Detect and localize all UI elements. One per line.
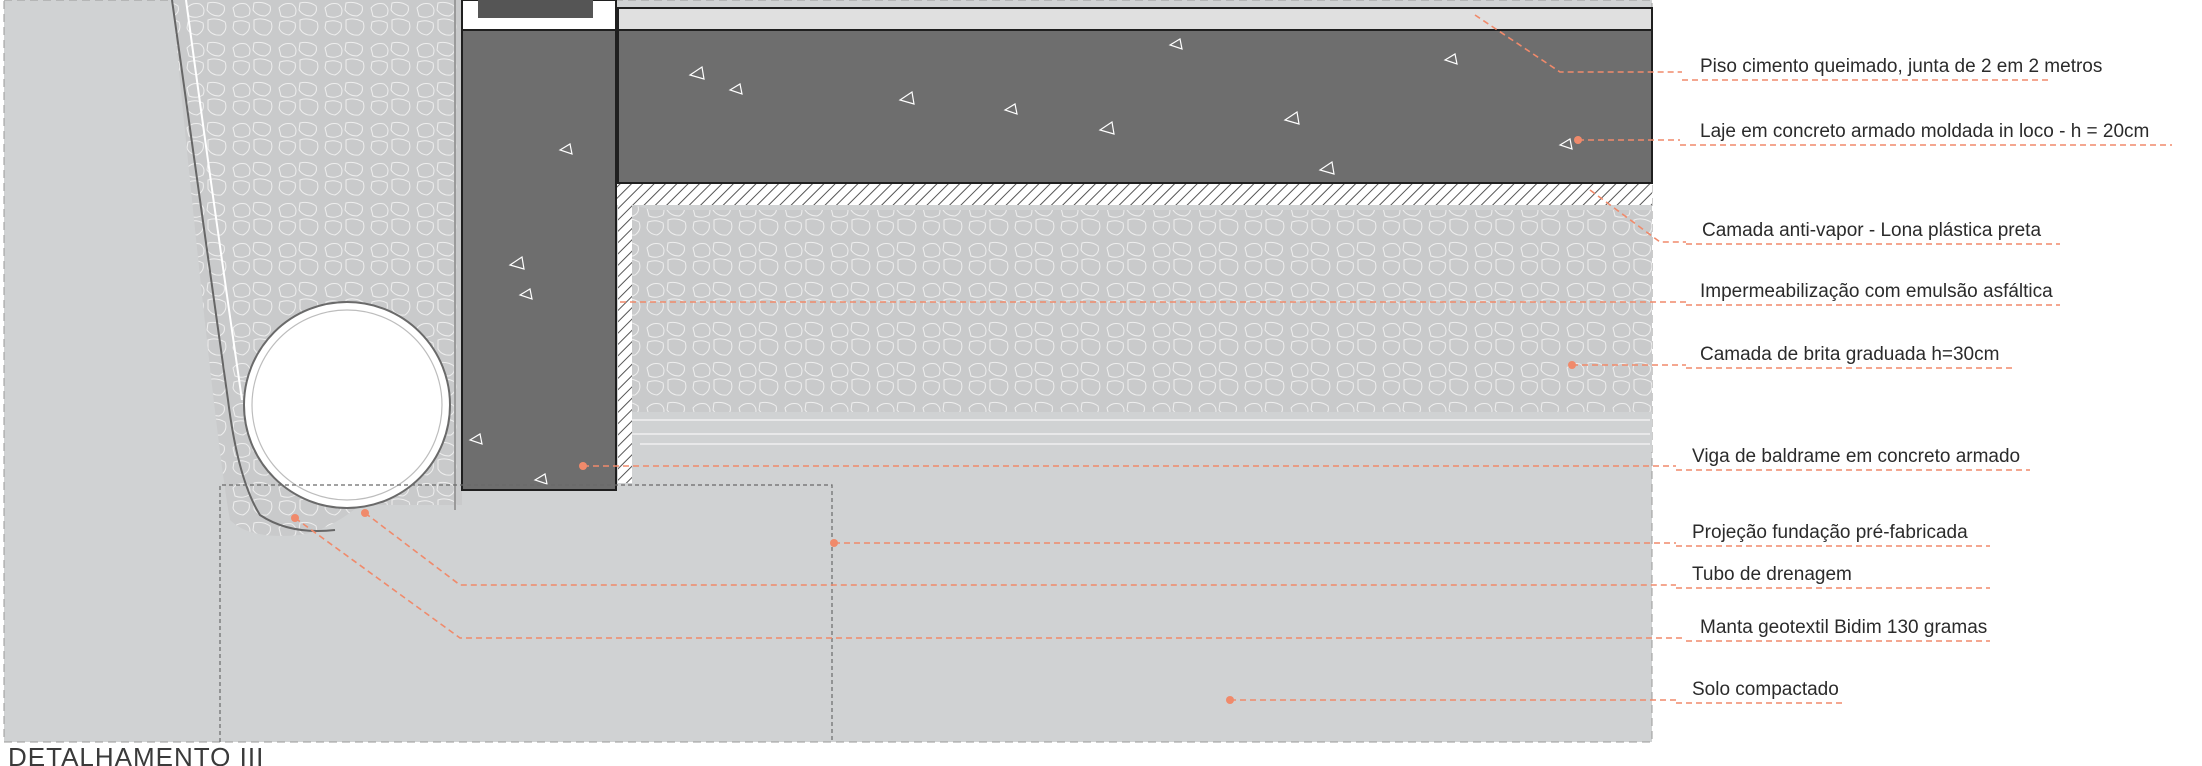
floor-finish bbox=[617, 7, 1653, 31]
ground-beam bbox=[461, 29, 617, 491]
callout-brita: Camada de brita graduada h=30cm bbox=[1686, 344, 2014, 369]
callout-projecao: Projeção fundação pré-fabricada bbox=[1676, 522, 1990, 547]
callout-solo: Solo compactado bbox=[1676, 679, 1845, 704]
drawing-title: DETALHAMENTO III bbox=[8, 742, 264, 766]
callout-laje-label: Laje em concreto armado moldada in loco … bbox=[1700, 121, 2149, 142]
callout-lona-label: Camada anti-vapor - Lona plástica preta bbox=[1702, 220, 2041, 241]
callout-tubo: Tubo de drenagem bbox=[1676, 564, 1990, 589]
callout-viga: Viga de baldrame em concreto armado bbox=[1676, 446, 2030, 471]
callout-piso-label: Piso cimento queimado, junta de 2 em 2 m… bbox=[1700, 56, 2102, 77]
callout-lona: Camada anti-vapor - Lona plástica preta bbox=[1686, 220, 2060, 245]
callout-viga-label: Viga de baldrame em concreto armado bbox=[1692, 446, 2020, 467]
callout-tubo-label: Tubo de drenagem bbox=[1692, 564, 1852, 585]
waterproofing-strip bbox=[618, 183, 632, 483]
wall-base-inner bbox=[478, 0, 593, 18]
gravel-rebar-zone bbox=[620, 412, 1652, 452]
callout-imperm-label: Impermeabilização com emulsão asfáltica bbox=[1700, 281, 2053, 302]
gravel-layer bbox=[620, 205, 1652, 412]
drainage-pipe-inner bbox=[251, 309, 443, 501]
callout-imperm: Impermeabilização com emulsão asfáltica bbox=[1686, 281, 2060, 306]
callout-laje: Laje em concreto armado moldada in loco … bbox=[1680, 121, 2172, 146]
vapor-barrier bbox=[616, 183, 1652, 205]
callout-projecao-label: Projeção fundação pré-fabricada bbox=[1692, 522, 1968, 543]
callout-piso: Piso cimento queimado, junta de 2 em 2 m… bbox=[1682, 56, 2102, 81]
callout-manta: Manta geotextil Bidim 130 gramas bbox=[1686, 617, 1990, 642]
callout-manta-label: Manta geotextil Bidim 130 gramas bbox=[1700, 617, 1987, 638]
callout-solo-label: Solo compactado bbox=[1692, 679, 1839, 700]
callout-brita-label: Camada de brita graduada h=30cm bbox=[1700, 344, 1999, 365]
concrete-slab bbox=[617, 29, 1653, 184]
section-detail-drawing: Piso cimento queimado, junta de 2 em 2 m… bbox=[3, 0, 2172, 766]
